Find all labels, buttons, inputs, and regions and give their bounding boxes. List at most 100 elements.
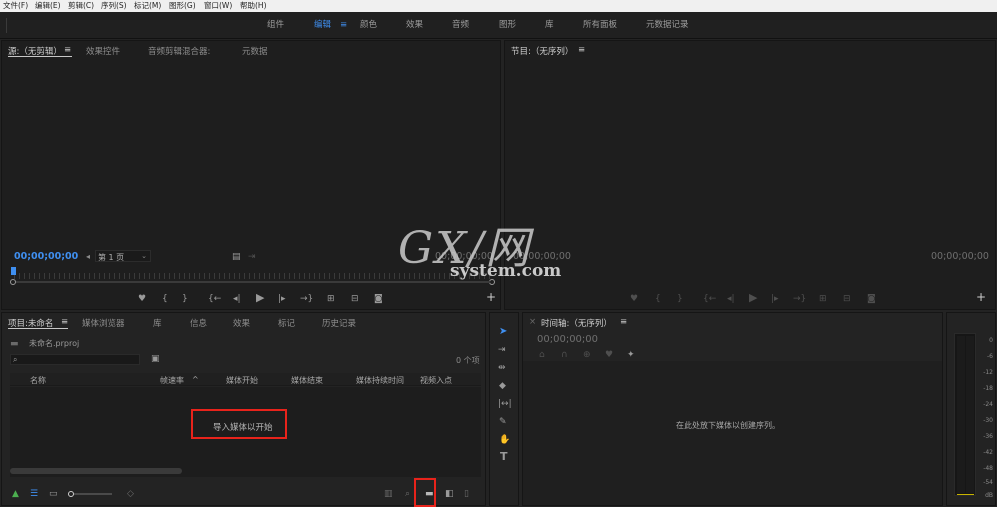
column-media-duration[interactable]: 媒体持续时间 — [356, 375, 404, 386]
workspace-all-panels[interactable]: 所有面板 — [583, 12, 617, 39]
mark-out-icon[interactable]: } — [677, 294, 683, 304]
step-forward-icon[interactable]: |▸ — [771, 294, 779, 304]
tab-effects[interactable]: 效果 — [233, 317, 250, 329]
menu-sequence[interactable]: 序列(S) — [101, 0, 127, 12]
tab-markers[interactable]: 标记 — [278, 317, 295, 329]
add-marker-icon[interactable]: ♥ — [138, 294, 146, 304]
menu-edit[interactable]: 编辑(E) — [35, 0, 61, 12]
source-timecode-in[interactable]: 00;00;00;00 — [14, 251, 78, 262]
tab-media-browser[interactable]: 媒体浏览器 — [82, 317, 125, 329]
linked-selection-icon[interactable]: ⊕ — [583, 350, 591, 360]
play-icon[interactable]: ▶ — [256, 292, 264, 303]
hand-tool-icon[interactable]: ✋ — [499, 435, 510, 445]
slip-tool-icon[interactable]: |↔| — [498, 399, 512, 409]
project-panel-menu-icon[interactable]: ≡ — [61, 317, 68, 327]
playhead[interactable] — [11, 267, 16, 275]
workspace-graphics[interactable]: 图形 — [499, 12, 516, 39]
extract-icon[interactable]: ⊟ — [843, 294, 851, 304]
step-back-icon[interactable]: ◂| — [727, 294, 735, 304]
track-select-tool-icon[interactable]: ⇥ — [498, 345, 506, 355]
mark-out-icon[interactable]: } — [182, 294, 188, 304]
workspace-color[interactable]: 颜色 — [360, 12, 377, 39]
nest-icon[interactable]: ⌂ — [539, 350, 545, 360]
lock-icon[interactable]: ▲ — [12, 489, 19, 499]
program-panel-title[interactable]: 节目:（无序列） — [511, 45, 573, 57]
find-icon[interactable]: ⌕ — [405, 489, 410, 499]
close-icon[interactable]: × — [529, 317, 536, 327]
ripple-edit-tool-icon[interactable]: ⇹ — [498, 363, 506, 373]
camera-icon[interactable]: ◙ — [374, 294, 383, 304]
snap-icon[interactable]: ∩ — [561, 350, 568, 360]
page-prev-icon[interactable]: ◂ — [86, 252, 90, 261]
tab-libraries[interactable]: 库 — [153, 317, 162, 329]
go-to-out-icon[interactable]: →} — [793, 294, 806, 304]
add-button-icon[interactable]: + — [976, 291, 986, 303]
add-marker-icon[interactable]: ♥ — [605, 350, 613, 360]
menu-help[interactable]: 帮助(H) — [240, 0, 267, 12]
page-select[interactable]: 第 1 页 ⌄ — [95, 250, 151, 262]
mark-in-icon[interactable]: { — [162, 294, 168, 304]
lift-icon[interactable]: ⊞ — [819, 294, 827, 304]
step-back-icon[interactable]: ◂| — [233, 294, 241, 304]
settings-icon[interactable]: ⇥ — [248, 252, 256, 262]
add-marker-icon[interactable]: ♥ — [630, 294, 638, 304]
new-bin-from-search-icon[interactable]: ▣ — [151, 354, 160, 364]
menu-graphics[interactable]: 图形(G) — [169, 0, 196, 12]
workspace-menu-icon[interactable]: ≡ — [340, 12, 347, 39]
go-to-in-icon[interactable]: {← — [208, 294, 221, 304]
wrench-icon[interactable]: ✦ — [627, 350, 635, 360]
mark-in-icon[interactable]: { — [655, 294, 661, 304]
timeline-title[interactable]: 时间轴:（无序列） — [541, 317, 612, 329]
selection-tool-icon[interactable]: ➤ — [499, 327, 507, 337]
workspace-libraries[interactable]: 库 — [545, 12, 554, 39]
fit-icon[interactable]: ▤ — [232, 252, 241, 262]
tab-metadata[interactable]: 元数据 — [242, 45, 268, 57]
source-panel-menu-icon[interactable]: ≡ — [64, 45, 71, 55]
search-input[interactable]: ⌕ — [10, 354, 140, 365]
workspace-editing[interactable]: 编辑 — [314, 12, 331, 39]
column-media-end[interactable]: 媒体结束 — [291, 375, 323, 386]
watermark: GX/网 system.com — [398, 212, 568, 284]
workspace-divider — [6, 18, 7, 33]
horizontal-scrollbar[interactable] — [10, 468, 182, 474]
trash-icon[interactable]: ▯ — [464, 489, 469, 499]
icon-view-icon[interactable]: ▭ — [49, 489, 58, 499]
tab-history[interactable]: 历史记录 — [322, 317, 356, 329]
sort-icon[interactable]: ◇ — [127, 489, 134, 499]
type-tool-icon[interactable]: T — [500, 451, 508, 462]
new-item-icon[interactable]: ◧ — [445, 489, 454, 499]
program-panel-menu-icon[interactable]: ≡ — [578, 45, 585, 55]
automate-to-sequence-icon[interactable]: ▥ — [384, 489, 393, 499]
pen-tool-icon[interactable]: ✎ — [499, 417, 507, 427]
zoom-slider[interactable] — [74, 493, 112, 495]
workspace-assembly[interactable]: 组件 — [267, 12, 284, 39]
tab-info[interactable]: 信息 — [190, 317, 207, 329]
column-frame-rate[interactable]: 帧速率 — [160, 375, 184, 386]
workspace-audio[interactable]: 音频 — [452, 12, 469, 39]
menu-clip[interactable]: 剪辑(C) — [68, 0, 94, 12]
menu-file[interactable]: 文件(F) — [3, 0, 28, 12]
camera-icon[interactable]: ◙ — [867, 294, 876, 304]
add-button-icon[interactable]: + — [486, 291, 496, 303]
workspace-metadata-logging[interactable]: 元数据记录 — [646, 12, 689, 39]
tab-audio-clip-mixer[interactable]: 音频剪辑混合器: — [148, 45, 210, 57]
sort-ascending-icon[interactable]: ^ — [192, 375, 199, 384]
tab-effect-controls[interactable]: 效果控件 — [86, 45, 120, 57]
column-media-start[interactable]: 媒体开始 — [226, 375, 258, 386]
insert-icon[interactable]: ⊞ — [327, 294, 335, 304]
go-to-in-icon[interactable]: {← — [703, 294, 716, 304]
workspace-effects[interactable]: 效果 — [406, 12, 423, 39]
play-icon[interactable]: ▶ — [749, 292, 757, 303]
razor-tool-icon[interactable]: ◆ — [499, 381, 506, 391]
step-forward-icon[interactable]: |▸ — [278, 294, 286, 304]
list-view-icon[interactable]: ☰ — [30, 489, 38, 499]
timeline-menu-icon[interactable]: ≡ — [620, 317, 627, 327]
timeline-drop-area[interactable] — [523, 361, 942, 505]
menu-marker[interactable]: 标记(M) — [134, 0, 161, 12]
go-to-out-icon[interactable]: →} — [300, 294, 313, 304]
menu-window[interactable]: 窗口(W) — [204, 0, 232, 12]
timeline-timecode[interactable]: 00;00;00;00 — [537, 334, 598, 345]
column-name[interactable]: 名称 — [30, 375, 46, 386]
overwrite-icon[interactable]: ⊟ — [351, 294, 359, 304]
column-video-in[interactable]: 视频入点 — [420, 375, 452, 386]
